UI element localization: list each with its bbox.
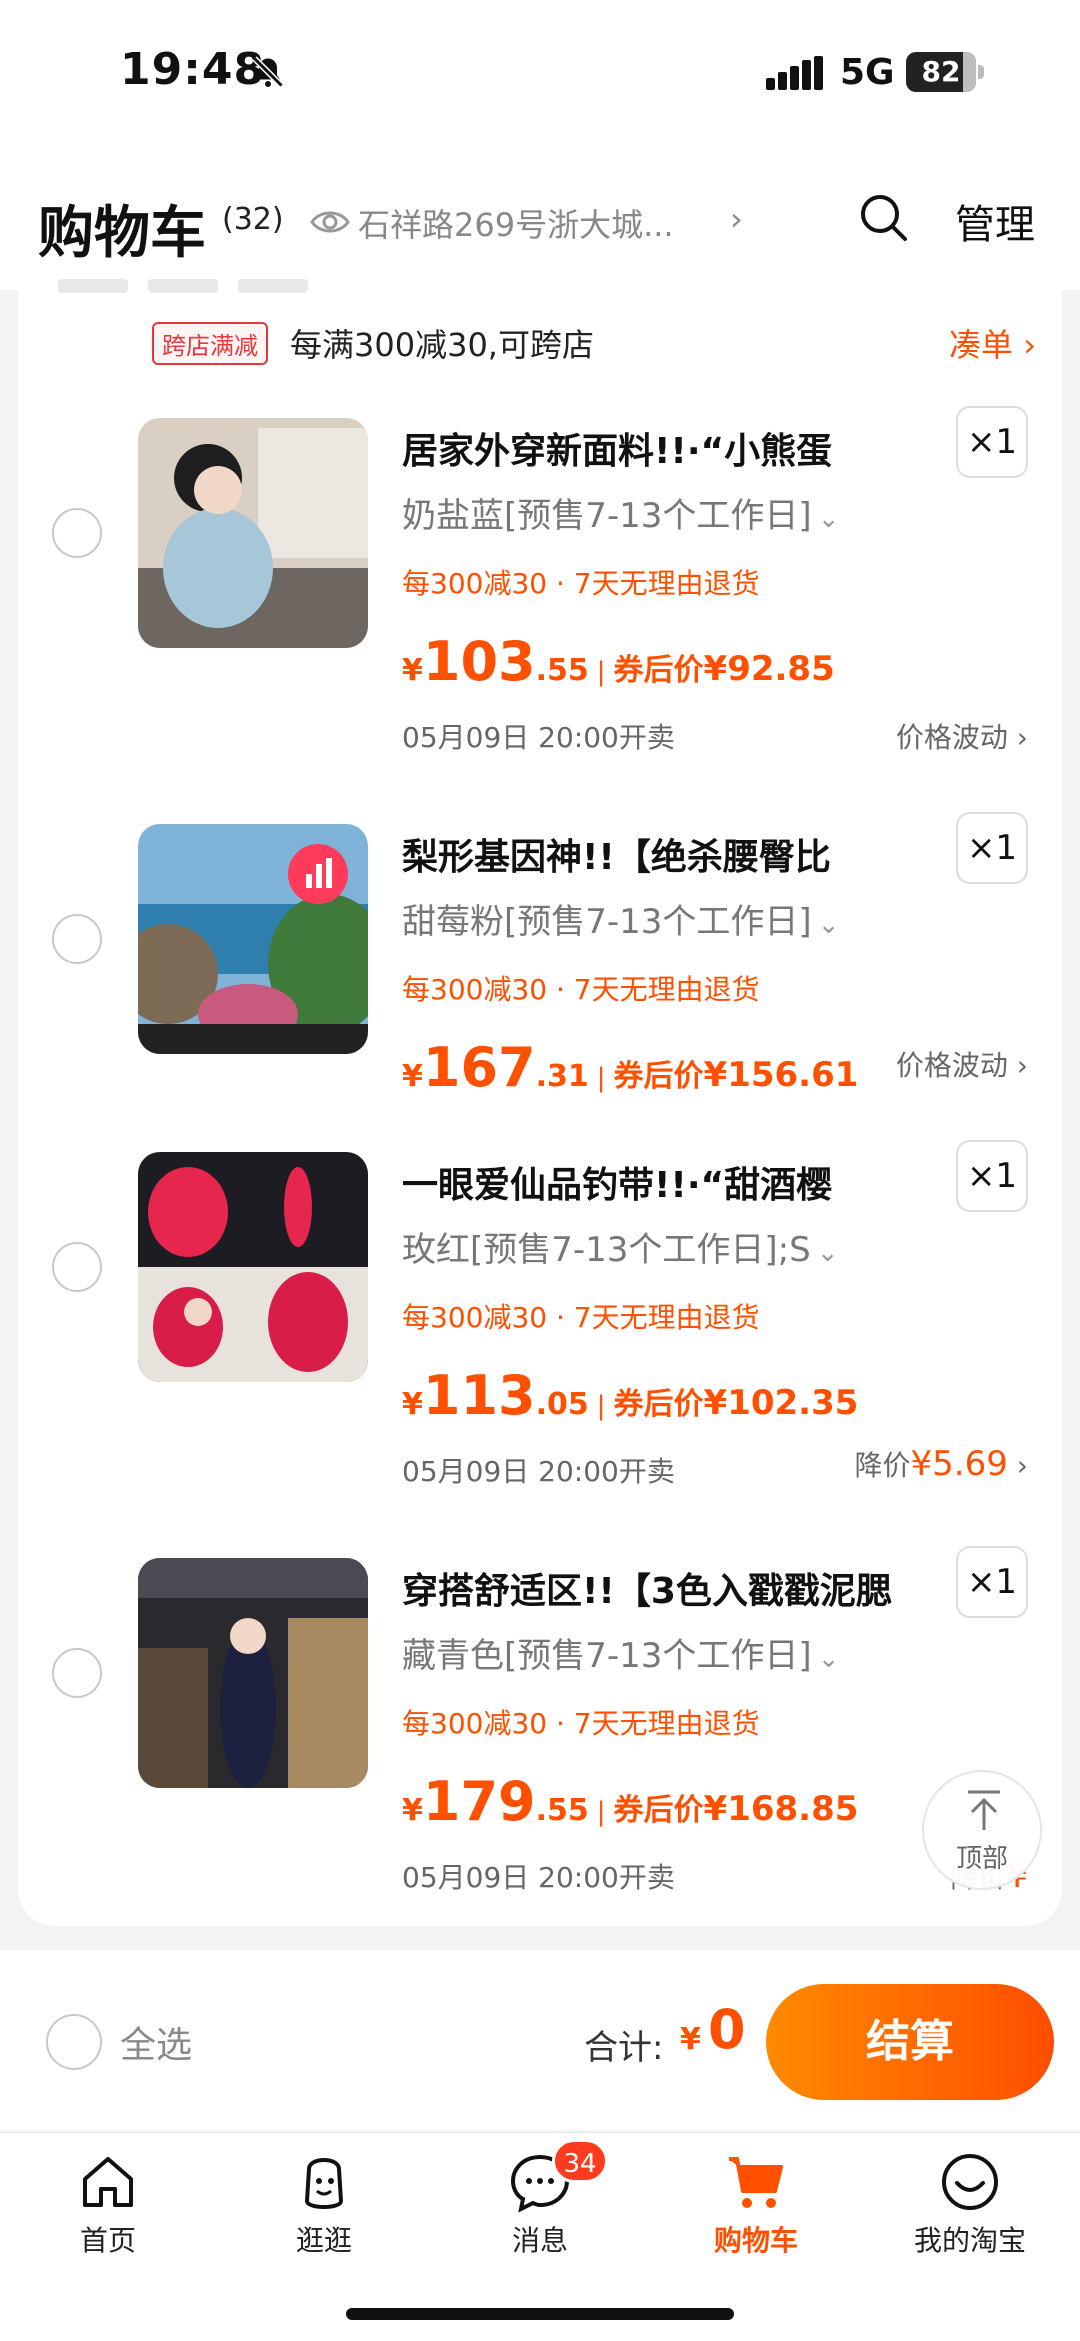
quantity-button[interactable]: ×1 xyxy=(956,1140,1028,1212)
price-row: ¥113.05 | 券后价¥102.35 xyxy=(402,1364,859,1427)
total-label: 合计: xyxy=(584,2028,664,2068)
scroll-top-label: 顶部 xyxy=(955,1844,1008,1874)
total-value: 0 xyxy=(708,1998,746,2061)
item-checkbox[interactable] xyxy=(52,1242,102,1292)
sale-time: 05月09日 20:00开卖 xyxy=(402,1455,675,1488)
sale-time: 05月09日 20:00开卖 xyxy=(402,721,675,754)
tab-home[interactable]: 首页 xyxy=(28,2149,188,2269)
item-tags: 每300减30 · 7天无理由退货 xyxy=(402,973,760,1006)
status-bar: 19:48 5G 82 xyxy=(0,0,1080,140)
eye-icon xyxy=(310,211,350,233)
tab-cart[interactable]: 购物车 xyxy=(676,2149,836,2269)
cart-item[interactable]: 一眼爱仙品钓带!!·“甜酒樱 ×1 玫红[预售7-13个工作日];S ⌄ 每300… xyxy=(18,1114,1062,1488)
item-title[interactable]: 穿搭舒适区!!【3色入戳戳泥腮 xyxy=(402,1562,902,1614)
delivery-address[interactable]: 石祥路269号浙大城... xyxy=(358,200,708,246)
item-title[interactable]: 梨形基因神!!【绝杀腰臀比 xyxy=(402,828,902,880)
product-image[interactable] xyxy=(138,824,368,1054)
price-row: ¥103.55 | 券后价¥92.85 xyxy=(402,630,835,693)
item-tags: 每300减30 · 7天无理由退货 xyxy=(402,1707,760,1740)
promo-strip: 跨店满减 每满300减30,可跨店 凑单 › xyxy=(18,279,1062,380)
item-tags: 每300减30 · 7天无理由退货 xyxy=(402,567,760,600)
product-image[interactable] xyxy=(138,1558,368,1788)
item-sku[interactable]: 藏青色[预售7-13个工作日] ⌄ xyxy=(402,1628,840,1677)
cart-page: 19:48 5G 82 购物车 (32) 石祥路269号浙大城... › 管理 … xyxy=(0,0,1080,2341)
home-indicator xyxy=(346,2308,734,2320)
search-icon[interactable] xyxy=(858,192,910,244)
home-icon xyxy=(83,2157,133,2207)
chevron-down-icon: ⌄ xyxy=(817,504,840,534)
product-image[interactable] xyxy=(138,418,368,648)
cart-icon xyxy=(729,2157,783,2208)
page-title: 购物车 xyxy=(38,201,206,266)
cart-count: (32) xyxy=(222,202,284,237)
cart-item[interactable]: 居家外穿新面料!!·“小熊蛋 ×1 奶盐蓝[预售7-13个工作日] ⌄ 每300减… xyxy=(18,380,1062,754)
item-title[interactable]: 一眼爱仙品钓带!!·“甜酒樱 xyxy=(402,1156,902,1208)
checkout-bar: 全选 合计: ¥ 0 结算 xyxy=(0,1950,1080,2130)
battery-icon: 82 xyxy=(906,52,984,92)
battery-level: 82 xyxy=(921,55,961,88)
item-checkbox[interactable] xyxy=(52,508,102,558)
arrow-up-icon xyxy=(968,1790,1000,1830)
total-currency: ¥ xyxy=(680,2022,701,2057)
chevron-down-icon: ⌄ xyxy=(817,1644,840,1674)
explore-icon xyxy=(304,2158,344,2209)
item-title[interactable]: 居家外穿新面料!!·“小熊蛋 xyxy=(402,422,902,474)
item-sku[interactable]: 奶盐蓝[预售7-13个工作日] ⌄ xyxy=(402,488,840,537)
select-all-checkbox[interactable] xyxy=(46,2014,102,2070)
tab-explore[interactable]: 逛逛 xyxy=(244,2149,404,2269)
item-sku[interactable]: 玫红[预售7-13个工作日];S ⌄ xyxy=(402,1222,839,1271)
price-row: ¥179.55 | 券后价¥168.85 xyxy=(402,1770,859,1833)
chevron-down-icon: ⌄ xyxy=(816,1238,839,1268)
quantity-button[interactable]: ×1 xyxy=(956,812,1028,884)
cart-header: 购物车 (32) 石祥路269号浙大城... › 管理 xyxy=(0,140,1080,290)
bell-muted-icon xyxy=(252,56,284,88)
cart-store-card: 居家外穿新面料!!·“小熊蛋 ×1 奶盐蓝[预售7-13个工作日] ⌄ 每300减… xyxy=(18,380,1062,1926)
item-checkbox[interactable] xyxy=(52,914,102,964)
quantity-button[interactable]: ×1 xyxy=(956,406,1028,478)
sale-time: 05月09日 20:00开卖 xyxy=(402,1861,675,1894)
tab-profile[interactable]: 我的淘宝 xyxy=(890,2149,1050,2269)
price-note[interactable]: 价格波动 › xyxy=(896,716,1028,756)
quantity-button[interactable]: ×1 xyxy=(956,1546,1028,1618)
chevron-down-icon: ⌄ xyxy=(817,910,840,940)
cart-item[interactable]: 梨形基因神!!【绝杀腰臀比 ×1 甜莓粉[预售7-13个工作日] ⌄ 每300减3… xyxy=(18,786,1062,1146)
select-all-label[interactable]: 全选 xyxy=(120,2016,192,2068)
product-image[interactable] xyxy=(138,1152,368,1382)
manage-button[interactable]: 管理 xyxy=(955,192,1035,250)
tab-messages[interactable]: 消息 34 xyxy=(460,2139,620,2269)
promo-text: 每满300减30,可跨店 xyxy=(290,326,594,364)
item-sku[interactable]: 甜莓粉[预售7-13个工作日] ⌄ xyxy=(402,894,840,943)
price-note[interactable]: 价格波动 › xyxy=(896,1044,1028,1084)
item-checkbox[interactable] xyxy=(52,1648,102,1698)
make-up-order-link[interactable]: 凑单 › xyxy=(949,320,1036,366)
promo-tag: 跨店满减 xyxy=(152,322,268,365)
message-badge: 34 xyxy=(552,2139,608,2183)
profile-icon xyxy=(942,2154,998,2210)
item-tags: 每300减30 · 7天无理由退货 xyxy=(402,1301,760,1334)
price-note[interactable]: 降价¥5.69 › xyxy=(855,1444,1028,1484)
scrolled-content-edge xyxy=(58,278,658,302)
checkout-button[interactable]: 结算 xyxy=(766,1984,1054,2100)
chevron-right-icon: › xyxy=(730,200,743,238)
scroll-top-button[interactable]: 顶部 xyxy=(922,1770,1042,1890)
signal-icon xyxy=(766,56,823,90)
price-row: ¥167.31 | 券后价¥156.61 xyxy=(402,1036,859,1099)
status-time: 19:48 xyxy=(120,44,266,95)
network-label: 5G xyxy=(840,52,895,93)
cart-item[interactable]: 穿搭舒适区!!【3色入戳戳泥腮 ×1 藏青色[预售7-13个工作日] ⌄ 每300… xyxy=(18,1520,1062,1896)
